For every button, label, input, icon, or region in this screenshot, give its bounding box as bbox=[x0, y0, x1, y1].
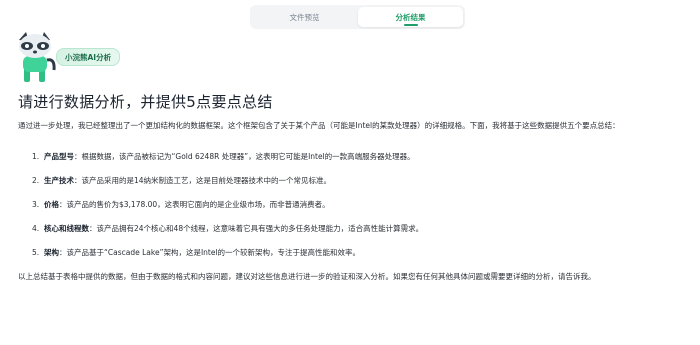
list-term: 架构 bbox=[44, 248, 59, 257]
list-text: ：该产品的售价为$3,178.00，这表明它面向的是企业级市场，而非普通消费者。 bbox=[59, 200, 330, 209]
list-item: 1. 产品型号 ：根据数据，该产品被标记为“Gold 6248R 处理器”，这表明它… bbox=[32, 149, 690, 164]
list-number: 1. bbox=[32, 152, 40, 161]
tab-analysis-result[interactable]: 分析结果 bbox=[358, 7, 463, 27]
assistant-name-badge: 小浣熊AI分析 bbox=[56, 48, 121, 66]
list-item: 2. 生产技术 ：该产品采用的是14纳米制造工艺，这是目前处理器技术中的一个常见标准… bbox=[32, 173, 690, 188]
tab-file-preview[interactable]: 文件预览 bbox=[252, 7, 357, 27]
view-tabs: 文件预览 分析结果 bbox=[250, 5, 465, 29]
list-number: 4. bbox=[32, 224, 40, 233]
list-number: 5. bbox=[32, 248, 40, 257]
list-item: 3. 价格 ：该产品的售价为$3,178.00，这表明它面向的是企业级市场，而非普通… bbox=[32, 197, 690, 212]
answer-outro: 以上总结基于表格中提供的数据，但由于数据的格式和内容问题，建议对这些信息进行进一… bbox=[18, 272, 596, 281]
raccoon-avatar-icon bbox=[14, 30, 58, 84]
list-text: ：该产品基于“Cascade Lake”架构，这是Intel的一个较新架构，专注… bbox=[59, 248, 361, 257]
list-number: 3. bbox=[32, 200, 40, 209]
list-text: ：该产品拥有24个核心和48个线程，这意味着它具有强大的多任务处理能力，适合高性… bbox=[89, 224, 424, 233]
answer-intro: 通过进一步处理，我已经整理出了一个更加结构化的数据框架。这个框架包含了关于某个产… bbox=[18, 121, 620, 130]
list-item: 4. 核心和线程数 ：该产品拥有24个核心和48个线程，这意味着它具有强大的多任务处… bbox=[32, 221, 690, 236]
summary-list: 1. 产品型号 ：根据数据，该产品被标记为“Gold 6248R 处理器”，这表明它… bbox=[18, 149, 690, 260]
list-text: ：根据数据，该产品被标记为“Gold 6248R 处理器”，这表明它可能是Int… bbox=[74, 152, 415, 161]
list-number: 2. bbox=[32, 176, 40, 185]
answer-content: 通过进一步处理，我已经整理出了一个更加结构化的数据框架。这个框架包含了关于某个产… bbox=[18, 118, 690, 284]
list-term: 生产技术 bbox=[44, 176, 74, 185]
question-heading: 请进行数据分析，并提供5点要点总结 bbox=[18, 93, 273, 111]
list-term: 核心和线程数 bbox=[44, 224, 89, 233]
list-term: 产品型号 bbox=[44, 152, 74, 161]
list-text: ：该产品采用的是14纳米制造工艺，这是目前处理器技术中的一个常见标准。 bbox=[74, 176, 332, 185]
list-item: 5. 架构 ：该产品基于“Cascade Lake”架构，这是Intel的一个较新架… bbox=[32, 245, 690, 260]
list-term: 价格 bbox=[44, 200, 59, 209]
